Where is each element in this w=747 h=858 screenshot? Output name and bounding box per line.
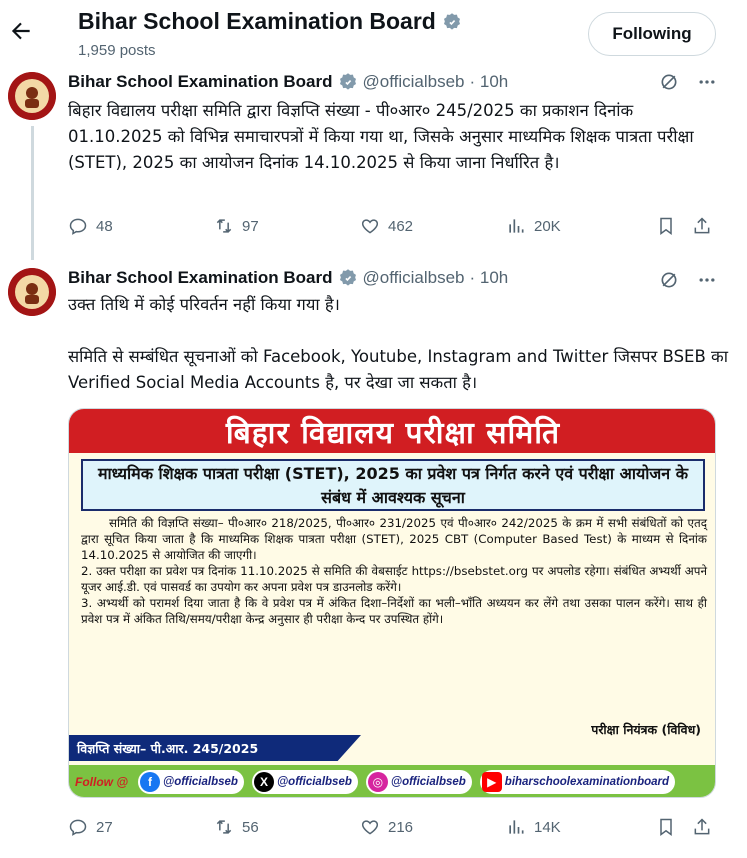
author-name[interactable]: Bihar School Examination Board: [68, 72, 333, 92]
grok-icon[interactable]: [659, 270, 679, 290]
follow-label: Follow @: [75, 775, 129, 789]
facebook-handle: f @officialbseb: [138, 770, 244, 794]
youtube-icon: ▶: [481, 772, 502, 792]
repost-count: 56: [242, 818, 259, 836]
reply-count: 27: [96, 818, 113, 836]
views-chart-icon: [509, 820, 524, 834]
x-icon: X: [253, 772, 274, 792]
reply-icon: [69, 819, 87, 836]
post-count: 1,959 posts: [78, 42, 156, 59]
author-handle[interactable]: @officialbseb: [363, 268, 465, 288]
like-button[interactable]: 216: [360, 817, 506, 837]
reply-count: 48: [96, 217, 113, 235]
instagram-handle: ◎ @officialbseb: [365, 770, 472, 794]
notice-banner: बिहार विद्यालय परीक्षा समिति: [69, 409, 715, 453]
tweet-1[interactable]: Bihar School Examination Board @official…: [0, 70, 747, 260]
notice-body: समिति की विज्ञप्ति संख्या– पी०आर० 218/20…: [81, 515, 707, 627]
instagram-icon: ◎: [367, 772, 388, 792]
notice-signatory: परीक्षा नियंत्रक (विविध): [591, 722, 701, 737]
thread-line: [31, 126, 34, 260]
views-chart-icon: [509, 219, 524, 233]
x-handle-text: @officialbseb: [276, 776, 352, 788]
reply-button[interactable]: 48: [68, 216, 214, 236]
bseb-logo-icon: [8, 72, 56, 120]
verified-badge-icon: [339, 73, 356, 90]
like-button[interactable]: 462: [360, 216, 506, 236]
notice-reference: विज्ञप्ति संख्या– पी.आर. 245/2025: [69, 735, 361, 761]
x-handle: X @officialbseb: [251, 770, 358, 794]
repost-icon: [216, 219, 232, 233]
views-button[interactable]: 20K: [506, 216, 656, 236]
reply-button[interactable]: 27: [68, 817, 214, 837]
tweet-time[interactable]: · 10h: [470, 72, 509, 92]
notice-para-1: समिति की विज्ञप्ति संख्या– पी०आर० 218/20…: [81, 516, 707, 562]
tweet-actions: 48 97 462 20K: [68, 214, 718, 238]
instagram-handle-text: @officialbseb: [390, 776, 466, 788]
bseb-logo-icon: [8, 268, 56, 316]
profile-title: Bihar School Examination Board: [78, 8, 462, 35]
avatar[interactable]: [8, 268, 56, 316]
like-count: 216: [388, 818, 414, 836]
profile-header: Bihar School Examination Board 1,959 pos…: [0, 0, 747, 66]
youtube-handle: ▶ biharschoolexaminationboard: [479, 770, 676, 794]
tweet-header: Bihar School Examination Board @official…: [68, 72, 508, 92]
profile-name: Bihar School Examination Board: [78, 8, 436, 34]
tweet-text-line1: उक्त तिथि में कोई परिवर्तन नहीं किया गया…: [68, 295, 340, 314]
repost-icon: [216, 820, 232, 834]
tweet-top-icons: [659, 270, 717, 290]
repost-count: 97: [242, 217, 259, 235]
repost-button[interactable]: 56: [214, 817, 360, 837]
notice-social-bar: Follow @ f @officialbseb X @officialbseb…: [69, 765, 715, 797]
grok-icon[interactable]: [659, 72, 679, 92]
author-name[interactable]: Bihar School Examination Board: [68, 268, 333, 288]
heart-icon: [361, 219, 379, 234]
author-handle[interactable]: @officialbseb: [363, 72, 465, 92]
avatar[interactable]: [8, 72, 56, 120]
repost-button[interactable]: 97: [214, 216, 360, 236]
notice-para-2: 2. उक्त परीक्षा का प्रवेश पत्र दिनांक 11…: [81, 564, 707, 594]
facebook-icon: f: [140, 772, 161, 792]
tweet-text: बिहार विद्यालय परीक्षा समिति द्वारा विज्…: [68, 101, 694, 172]
tweet-top-icons: [659, 72, 717, 92]
share-icon[interactable]: [692, 216, 712, 236]
notice-subject: माध्यमिक शिक्षक पात्रता परीक्षा (STET), …: [81, 459, 705, 511]
notice-image[interactable]: बिहार विद्यालय परीक्षा समिति माध्यमिक शि…: [68, 408, 716, 798]
back-arrow-icon[interactable]: [8, 18, 34, 44]
verified-badge-icon: [443, 12, 460, 30]
heart-icon: [361, 820, 379, 835]
youtube-handle-text: biharschoolexaminationboard: [504, 776, 670, 788]
verified-badge-icon: [339, 269, 356, 286]
bookmark-icon[interactable]: [656, 216, 676, 236]
more-icon[interactable]: [697, 72, 717, 92]
views-count: 14K: [534, 818, 561, 836]
share-icon[interactable]: [692, 817, 712, 837]
notice-para-3: 3. अभ्यर्थी को परामर्श दिया जाता है कि व…: [81, 596, 707, 626]
bookmark-icon[interactable]: [656, 817, 676, 837]
tweet-header: Bihar School Examination Board @official…: [68, 268, 508, 288]
tweet-time[interactable]: · 10h: [470, 268, 509, 288]
like-count: 462: [388, 217, 414, 235]
reply-icon: [69, 218, 87, 235]
views-button[interactable]: 14K: [506, 817, 656, 837]
more-icon[interactable]: [697, 270, 717, 290]
tweet-text-line2: समिति से सम्बंधित सूचनाओं को Facebook, Y…: [68, 347, 728, 392]
facebook-handle-text: @officialbseb: [163, 776, 238, 788]
tweet-actions: 27 56 216 14K: [68, 815, 718, 839]
following-button[interactable]: Following: [588, 12, 716, 56]
views-count: 20K: [534, 217, 561, 235]
